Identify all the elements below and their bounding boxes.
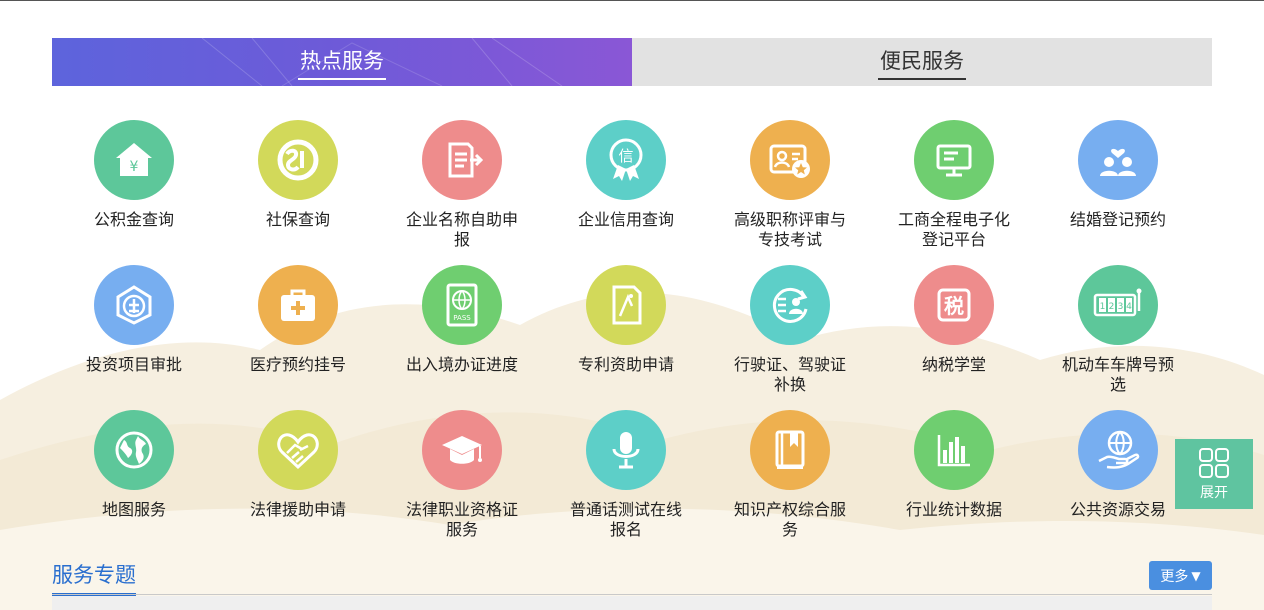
- service-patent-funding[interactable]: 专利资助申请: [544, 265, 708, 410]
- service-label: 知识产权综合服务: [733, 500, 846, 539]
- service-label: 出入境办证进度: [405, 355, 518, 374]
- plate-number-icon: 1 2 3 4: [1078, 265, 1158, 345]
- service-license-plate[interactable]: 1 2 3 4 机动车车牌号预选: [1036, 265, 1200, 410]
- service-social-security[interactable]: 社保查询: [216, 120, 380, 265]
- service-legal-aid[interactable]: 法律援助申请: [216, 410, 380, 555]
- credit-badge-icon: 信: [586, 120, 666, 200]
- grid-icon: [1199, 447, 1229, 478]
- svg-text:1: 1: [1100, 302, 1106, 312]
- service-intellectual-property[interactable]: 知识产权综合服务: [708, 410, 872, 555]
- graduation-cap-icon: [422, 410, 502, 490]
- service-label: 医疗预约挂号: [249, 355, 346, 374]
- service-industry-statistics[interactable]: 行业统计数据: [872, 410, 1036, 555]
- bar-chart-icon: [914, 410, 994, 490]
- service-label: 高级职称评审与专技考试: [733, 210, 846, 249]
- section-title: 服务专题: [52, 559, 136, 596]
- service-label: 结婚登记预约: [1069, 210, 1166, 229]
- service-professional-title[interactable]: 高级职称评审与专技考试: [708, 120, 872, 265]
- social-security-icon: [258, 120, 338, 200]
- service-label: 专利资助申请: [577, 355, 674, 374]
- service-tax-school[interactable]: 税 纳税学堂: [872, 265, 1036, 410]
- enterprise-shield-icon: [94, 265, 174, 345]
- id-card-star-icon: [750, 120, 830, 200]
- couple-heart-icon: [1078, 120, 1158, 200]
- tab-hot-services[interactable]: 热点服务: [52, 38, 632, 86]
- service-label: 法律援助申请: [249, 500, 346, 519]
- svg-text:税: 税: [944, 294, 964, 318]
- patent-document-icon: [586, 265, 666, 345]
- service-marriage[interactable]: 结婚登记预约: [1036, 120, 1200, 265]
- service-enterprise-credit[interactable]: 信 企业信用查询: [544, 120, 708, 265]
- tax-icon: 税: [914, 265, 994, 345]
- service-label: 纳税学堂: [921, 355, 986, 374]
- service-mandarin-test[interactable]: 普通话测试在线报名: [544, 410, 708, 555]
- book-icon: [750, 410, 830, 490]
- svg-text:4: 4: [1126, 302, 1132, 312]
- chevron-down-icon: ▼: [1191, 568, 1201, 583]
- document-arrow-icon: [422, 120, 502, 200]
- service-label: 工商全程电子化登记平台: [897, 210, 1010, 249]
- medical-kit-icon: [258, 265, 338, 345]
- monitor-icon: [914, 120, 994, 200]
- section-content-bar: [52, 596, 1212, 610]
- section-divider: [52, 594, 1212, 595]
- service-label: 企业信用查询: [577, 210, 674, 229]
- more-button[interactable]: 更多 ▼: [1149, 561, 1212, 590]
- service-enterprise-name[interactable]: 企业名称自助申报: [380, 120, 544, 265]
- top-border: [0, 0, 1264, 1]
- expand-label: 展开: [1200, 484, 1228, 501]
- service-label: 行业统计数据: [905, 500, 1002, 519]
- service-label: 机动车车牌号预选: [1061, 355, 1174, 394]
- service-medical-appointment[interactable]: 医疗预约挂号: [216, 265, 380, 410]
- expand-button[interactable]: 展开: [1175, 439, 1253, 509]
- service-license-replacement[interactable]: 行驶证、驾驶证补换: [708, 265, 872, 410]
- service-grid: ¥ 公积金查询 社保查询 企业名称自助申报 信 企业信用查询 高级职称评审与专技…: [52, 120, 1200, 555]
- svg-text:PASS: PASS: [453, 314, 471, 322]
- svg-text:2: 2: [1109, 302, 1115, 312]
- passport-icon: PASS: [422, 265, 502, 345]
- tab-convenience-services-label: 便民服务: [878, 45, 966, 80]
- service-label: 普通话测试在线报名: [569, 500, 682, 539]
- service-label: 地图服务: [101, 500, 166, 519]
- service-exit-entry[interactable]: PASS 出入境办证进度: [380, 265, 544, 410]
- handshake-heart-icon: [258, 410, 338, 490]
- service-label: 公共资源交易: [1069, 500, 1166, 519]
- service-tabs: 热点服务 便民服务: [52, 38, 1212, 86]
- license-renew-icon: [750, 265, 830, 345]
- svg-text:¥: ¥: [130, 159, 139, 175]
- globe-hand-icon: [1078, 410, 1158, 490]
- service-map[interactable]: 地图服务: [52, 410, 216, 555]
- tab-hot-services-label: 热点服务: [298, 45, 386, 80]
- service-label: 投资项目审批: [85, 355, 182, 374]
- service-legal-qualification[interactable]: 法律职业资格证服务: [380, 410, 544, 555]
- service-label: 社保查询: [265, 210, 330, 229]
- service-label: 行驶证、驾驶证补换: [733, 355, 846, 394]
- house-yen-icon: ¥: [94, 120, 174, 200]
- service-ecommerce-registration[interactable]: 工商全程电子化登记平台: [872, 120, 1036, 265]
- service-label: 法律职业资格证服务: [405, 500, 518, 539]
- tab-convenience-services[interactable]: 便民服务: [632, 38, 1212, 86]
- more-label: 更多: [1160, 568, 1189, 585]
- microphone-icon: [586, 410, 666, 490]
- service-label: 公积金查询: [93, 210, 174, 229]
- service-label: 企业名称自助申报: [405, 210, 518, 249]
- service-housing-fund[interactable]: ¥ 公积金查询: [52, 120, 216, 265]
- svg-text:信: 信: [618, 147, 633, 165]
- svg-text:3: 3: [1118, 302, 1124, 312]
- service-investment-approval[interactable]: 投资项目审批: [52, 265, 216, 410]
- globe-icon: [94, 410, 174, 490]
